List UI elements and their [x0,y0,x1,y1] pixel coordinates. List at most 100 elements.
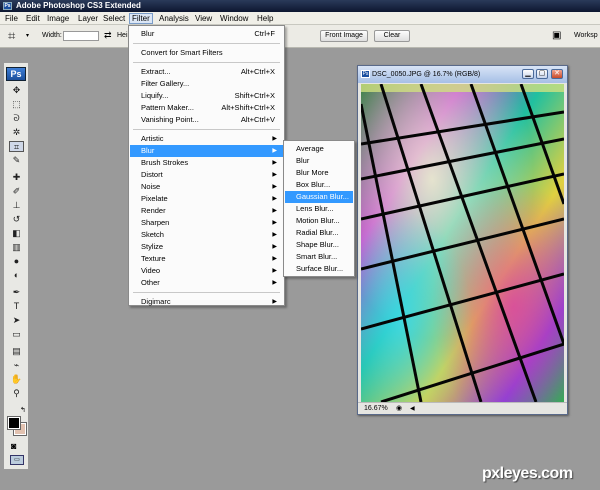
crop-tool-icon[interactable]: ⌗ [9,141,24,152]
menu-window[interactable]: Window [218,13,250,24]
quick-mask-icon[interactable]: ◙ [11,441,16,451]
move-tool-icon[interactable]: ✥ [9,85,24,96]
healing-brush-tool-icon[interactable]: ✚ [9,172,24,183]
submenu-arrow-icon: ▶ [272,208,277,214]
menu-separator [133,62,280,63]
crop-icon[interactable]: ⌗ [8,28,15,44]
menu-item-shortcut: Alt+Ctrl+X [240,67,275,76]
foreground-color-swatch[interactable] [7,416,21,430]
blur-submenu-item-radial-blur[interactable]: Radial Blur... [285,227,353,239]
eyedropper-tool-icon[interactable]: ⌁ [9,360,24,371]
menu-select[interactable]: Select [101,13,127,24]
filter-menu-item-blur[interactable]: Blur ▶ [130,145,283,157]
menu-item-label: Video [141,266,161,275]
menu-edit[interactable]: Edit [24,13,42,24]
blur-submenu-item-lens-blur[interactable]: Lens Blur... [285,203,353,215]
submenu-arrow-icon: ▶ [272,148,277,154]
toolbox: Ps ✥ ⬚ ᘐ ✲ ⌗ ✎ ✚ ✐ ⊥ ↺ ◧ ▥ ● ◐ ✒ T ➤ ▭ ▤ ⌁ ✋ ⚲ ↰ ◙ ▭ [3,62,29,470]
blur-submenu-item-blur[interactable]: Blur [285,155,353,167]
filter-menu-item-brush-strokes[interactable]: Brush Strokes ▶ [130,157,283,169]
clone-stamp-tool-icon[interactable]: ⊥ [9,200,24,211]
history-brush-tool-icon[interactable]: ↺ [9,214,24,225]
blur-submenu-item-smart-blur[interactable]: Smart Blur... [285,251,353,263]
tool-preset-dropdown-icon[interactable]: ▾ [26,32,29,39]
document-canvas[interactable] [359,83,566,404]
filter-menu-item-sketch[interactable]: Sketch ▶ [130,229,283,241]
zoom-tool-icon[interactable]: ⚲ [9,388,24,399]
slice-tool-icon[interactable]: ✎ [9,155,24,166]
pen-tool-icon[interactable]: ✒ [9,287,24,298]
clear-button[interactable]: Clear [374,30,410,42]
document-window[interactable]: Ps DSC_0050.JPG @ 16.7% (RGB/8) ▁ ▢ ✕ 16… [357,65,568,415]
shape-tool-icon[interactable]: ▭ [9,329,24,340]
filter-menu-item-render[interactable]: Render ▶ [130,205,283,217]
menu-file[interactable]: File [3,13,20,24]
swap-dimensions-icon[interactable]: ⇄ [104,30,112,41]
menu-item-label: Texture [141,254,166,263]
menu-help[interactable]: Help [255,13,275,24]
filter-menu-item-extract[interactable]: Extract... Alt+Ctrl+X [130,66,283,78]
document-title-bar[interactable]: Ps DSC_0050.JPG @ 16.7% (RGB/8) ▁ ▢ ✕ [358,66,567,83]
zoom-level[interactable]: 16.67% [364,405,388,412]
gradient-tool-icon[interactable]: ▥ [9,242,24,253]
menu-analysis[interactable]: Analysis [157,13,191,24]
filter-menu-item-artistic[interactable]: Artistic ▶ [130,133,283,145]
brush-tool-icon[interactable]: ✐ [9,186,24,197]
filter-menu-item-filter-gallery[interactable]: Filter Gallery... [130,78,283,90]
lasso-tool-icon[interactable]: ᘐ [9,113,24,124]
filter-menu-item-distort[interactable]: Distort ▶ [130,169,283,181]
type-tool-icon[interactable]: T [9,301,24,312]
filter-menu-item-liquify[interactable]: Liquify... Shift+Ctrl+X [130,90,283,102]
menu-item-label: Convert for Smart Filters [141,48,223,57]
menu-filter[interactable]: Filter [129,13,153,24]
blur-submenu-item-shape-blur[interactable]: Shape Blur... [285,239,353,251]
submenu-arrow-icon: ▶ [272,299,277,305]
front-image-button[interactable]: Front Image [320,30,368,42]
close-button[interactable]: ✕ [551,69,563,79]
menu-item-label: Liquify... [141,91,169,100]
swap-colors-icon[interactable]: ↰ [20,406,26,414]
marquee-tool-icon[interactable]: ⬚ [9,99,24,110]
filter-menu-item-sharpen[interactable]: Sharpen ▶ [130,217,283,229]
filter-menu-item-digimarc[interactable]: Digimarc ▶ [130,296,283,308]
filter-menu-item-pixelate[interactable]: Pixelate ▶ [130,193,283,205]
blur-submenu-item-motion-blur[interactable]: Motion Blur... [285,215,353,227]
maximize-button[interactable]: ▢ [536,69,548,79]
status-arrow-icon[interactable]: ◀ [410,403,415,415]
filter-menu-item-video[interactable]: Video ▶ [130,265,283,277]
screen-mode-icon[interactable]: ▭ [10,455,24,465]
app-title: Adobe Photoshop CS3 Extended [16,1,141,10]
filter-menu-item-texture[interactable]: Texture ▶ [130,253,283,265]
width-input[interactable] [63,31,99,41]
blur-submenu-item-box-blur[interactable]: Box Blur... [285,179,353,191]
filter-menu-item-noise[interactable]: Noise ▶ [130,181,283,193]
eraser-tool-icon[interactable]: ◧ [9,228,24,239]
filter-menu-item-stylize[interactable]: Stylize ▶ [130,241,283,253]
minimize-button[interactable]: ▁ [522,69,534,79]
path-selection-tool-icon[interactable]: ➤ [9,315,24,326]
notes-tool-icon[interactable]: ▤ [9,346,24,357]
filter-menu-item-vanishing-point[interactable]: Vanishing Point... Alt+Ctrl+V [130,114,283,126]
menu-separator [133,129,280,130]
filter-menu-item-other[interactable]: Other ▶ [130,277,283,289]
blur-submenu-item-blur-more[interactable]: Blur More [285,167,353,179]
hand-tool-icon[interactable]: ✋ [9,374,24,385]
menu-image[interactable]: Image [45,13,71,24]
filter-menu-item-blur[interactable]: Blur Ctrl+F [130,28,283,40]
workspace-label[interactable]: Worksp [574,32,598,39]
filter-menu-item-pattern-maker[interactable]: Pattern Maker... Alt+Shift+Ctrl+X [130,102,283,114]
blur-submenu-item-gaussian-blur[interactable]: Gaussian Blur... [285,191,353,203]
menu-view[interactable]: View [193,13,214,24]
workspace-icon[interactable]: ▣ [552,30,561,41]
blur-submenu-item-average[interactable]: Average [285,143,353,155]
blur-submenu-item-surface-blur[interactable]: Surface Blur... [285,263,353,275]
status-menu-icon[interactable]: ◉ [396,403,402,415]
filter-menu-item-convert-for-smart-filters[interactable]: Convert for Smart Filters [130,47,283,59]
submenu-arrow-icon: ▶ [272,244,277,250]
menu-item-label: Other [141,278,160,287]
menu-layer[interactable]: Layer [76,13,100,24]
magic-wand-tool-icon[interactable]: ✲ [9,127,24,138]
blur-tool-icon[interactable]: ● [9,256,24,267]
dodge-tool-icon[interactable]: ◐ [9,270,24,281]
menu-item-label: Filter Gallery... [141,79,190,88]
